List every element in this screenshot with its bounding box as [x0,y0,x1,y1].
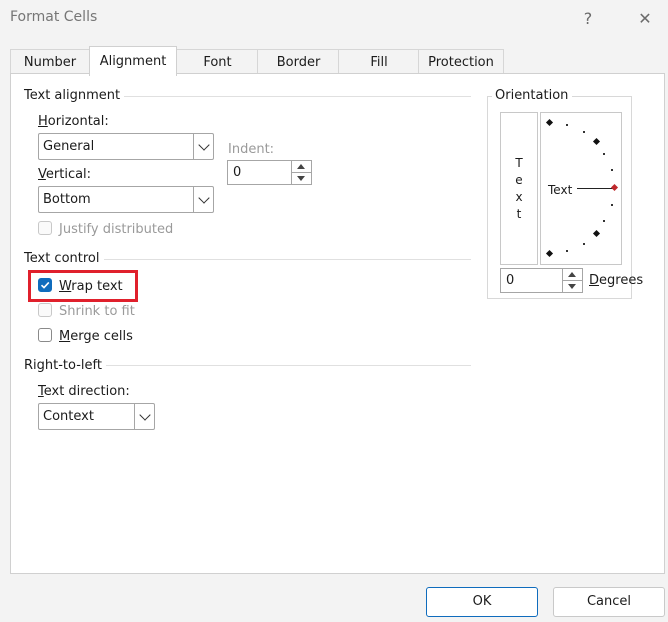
indent-value[interactable]: 0 [233,161,241,185]
horizontal-select[interactable]: General [38,133,214,160]
degrees-label: Degrees [589,273,644,288]
orientation-title: Orientation [492,88,573,103]
angle-tick-icon [583,131,585,133]
angle-marker-icon [545,118,554,127]
dial-text-label: Text [548,183,573,197]
vertical-letter: x [515,190,523,204]
spin-down-icon[interactable] [292,173,311,184]
tab-fill[interactable]: Fill [338,49,420,74]
section-divider [99,365,471,366]
section-divider [98,259,471,260]
help-button[interactable]: ? [578,9,598,29]
degrees-value[interactable]: 0 [506,269,514,293]
text-control-title: Text control [24,251,104,266]
wrap-text-checkbox[interactable] [38,278,52,292]
merge-cells-checkbox[interactable] [38,328,52,342]
text-alignment-title: Text alignment [24,88,125,103]
window-title: Format Cells [10,9,98,25]
shrink-to-fit-label: Shrink to fit [59,304,135,319]
angle-marker-icon [545,249,554,258]
spin-up-icon[interactable] [563,269,582,281]
justify-distributed-label: Justify distributed [59,222,174,237]
dial-handle-icon[interactable] [610,183,619,192]
vertical-text-button[interactable]: T e x t [500,112,538,265]
tab-border[interactable]: Border [257,49,340,74]
merge-cells-label: Merge cells [59,329,133,344]
angle-marker-icon [592,229,601,238]
chevron-down-icon[interactable] [193,134,213,159]
tab-alignment[interactable]: Alignment [89,46,177,76]
checkmark-icon [40,281,50,289]
right-to-left-title: Right-to-left [24,358,106,373]
tab-number[interactable]: Number [10,49,90,74]
indent-label: Indent: [228,142,275,157]
vertical-letter: T [515,156,523,170]
tab-strip: Number Alignment Font Border Fill Protec… [10,46,663,76]
close-button[interactable]: ✕ [634,9,656,29]
horizontal-label: Horizontal: [38,114,109,129]
tab-font[interactable]: Font [176,49,259,74]
orientation-dial[interactable]: Text [540,112,622,265]
degrees-stepper[interactable]: 0 [500,268,583,293]
angle-tick-icon [603,220,605,222]
vertical-label: Vertical: [38,167,92,182]
vertical-value: Bottom [43,192,91,207]
text-direction-label: Text direction: [38,384,130,399]
angle-tick-icon [603,153,605,155]
ok-button[interactable]: OK [426,587,538,617]
angle-tick-icon [583,243,585,245]
justify-distributed-checkbox[interactable] [38,221,52,235]
dial-indicator-line [577,188,613,189]
angle-tick-icon [566,250,568,252]
angle-tick-icon [566,124,568,126]
angle-tick-icon [611,204,613,206]
spin-up-icon[interactable] [292,161,311,173]
vertical-letter: t [516,207,522,221]
wrap-text-label: Wrap text [59,279,123,294]
cancel-button[interactable]: Cancel [553,587,665,617]
chevron-down-icon[interactable] [134,404,154,429]
angle-marker-icon [592,137,601,146]
horizontal-value: General [43,139,95,154]
vertical-letter: e [515,173,523,187]
spin-down-icon[interactable] [563,281,582,292]
angle-tick-icon [611,169,613,171]
vertical-select[interactable]: Bottom [38,186,214,213]
text-direction-select[interactable]: Context [38,403,155,430]
shrink-to-fit-checkbox[interactable] [38,303,52,317]
chevron-down-icon[interactable] [193,187,213,212]
tab-protection[interactable]: Protection [418,49,504,74]
indent-stepper[interactable]: 0 [227,160,312,185]
text-direction-value: Context [43,409,94,424]
section-divider [110,96,471,97]
